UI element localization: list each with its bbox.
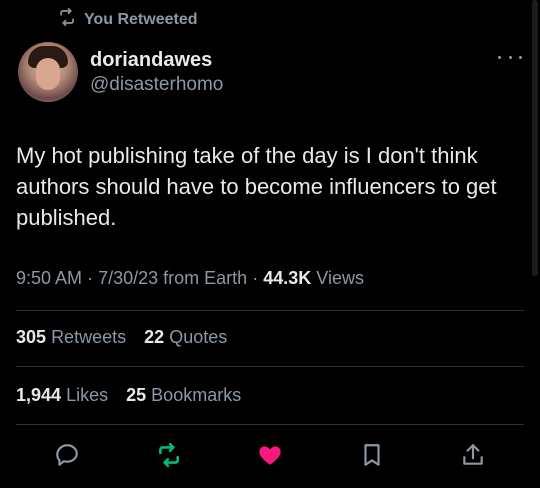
divider	[16, 310, 524, 311]
author-display-name[interactable]: doriandawes	[90, 48, 223, 72]
bookmarks-stat[interactable]: 25 Bookmarks	[126, 385, 241, 405]
retweet-banner-text: You Retweeted	[84, 10, 198, 28]
stats-row-retweets: 305 Retweets 22 Quotes	[16, 327, 227, 348]
tweet-author[interactable]: doriandawes @disasterhomo	[18, 42, 223, 102]
divider	[16, 424, 524, 425]
quotes-count: 22	[144, 327, 165, 347]
share-icon[interactable]	[460, 442, 486, 468]
quotes-label: Quotes	[169, 327, 228, 347]
views-label[interactable]: Views	[316, 268, 364, 288]
tweet-text: My hot publishing take of the day is I d…	[16, 143, 497, 230]
heart-icon[interactable]	[257, 442, 283, 468]
reply-icon[interactable]	[54, 442, 80, 468]
views-count[interactable]: 44.3K	[263, 268, 311, 288]
retweet-small-icon	[58, 7, 76, 31]
likes-stat[interactable]: 1,944 Likes	[16, 385, 113, 405]
meta-separator: ·	[252, 268, 259, 288]
tweet-date-source: 7/30/23 from Earth	[98, 268, 248, 288]
author-handle[interactable]: @disasterhomo	[90, 72, 223, 98]
more-options-icon[interactable]	[498, 52, 522, 62]
tweet-time[interactable]: 9:50 AM	[16, 268, 82, 288]
bookmark-icon[interactable]	[359, 442, 385, 468]
divider	[16, 366, 524, 367]
avatar[interactable]	[18, 42, 78, 102]
stats-row-likes: 1,944 Likes 25 Bookmarks	[16, 385, 241, 406]
bookmarks-count: 25	[126, 385, 147, 405]
meta-separator: ·	[87, 268, 94, 288]
bookmarks-label: Bookmarks	[151, 385, 242, 405]
retweet-icon[interactable]	[156, 442, 182, 468]
likes-count: 1,944	[16, 385, 62, 405]
tweet-meta: 9:50 AM · 7/30/23 from Earth · 44.3K Vie…	[16, 268, 364, 289]
retweet-banner: You Retweeted	[58, 7, 198, 31]
retweets-stat[interactable]: 305 Retweets	[16, 327, 131, 347]
retweets-label: Retweets	[51, 327, 127, 347]
action-bar	[16, 440, 524, 470]
retweets-count: 305	[16, 327, 47, 347]
likes-label: Likes	[66, 385, 109, 405]
quotes-stat[interactable]: 22 Quotes	[144, 327, 227, 347]
scrollbar[interactable]	[532, 0, 538, 276]
